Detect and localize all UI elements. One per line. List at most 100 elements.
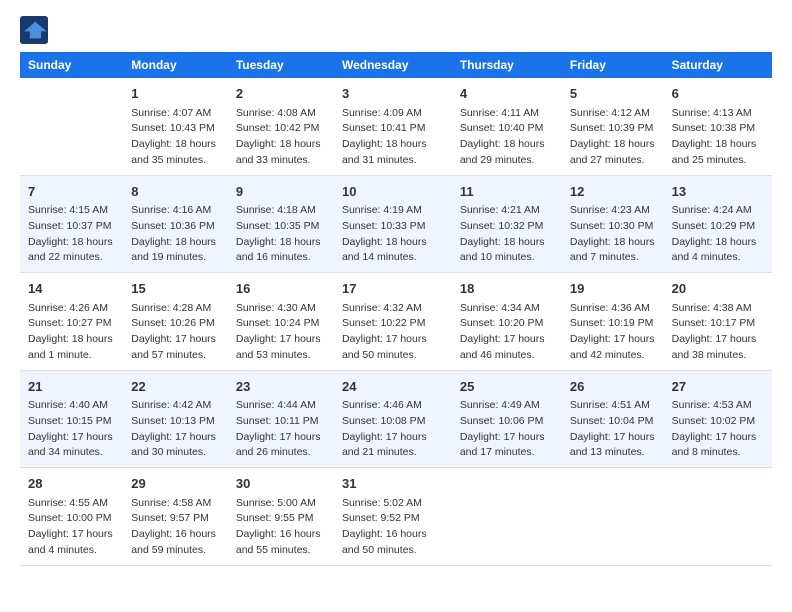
calendar-cell: 9Sunrise: 4:18 AMSunset: 10:35 PMDayligh… bbox=[228, 175, 334, 273]
calendar-cell: 12Sunrise: 4:23 AMSunset: 10:30 PMDaylig… bbox=[562, 175, 664, 273]
cell-detail: Sunset: 10:19 PM bbox=[570, 316, 656, 332]
calendar-cell: 16 Sunrise: 4:30 AMSunset: 10:24 PMDaylig… bbox=[228, 273, 334, 371]
cell-detail: Daylight: 17 hours and 46 minutes. bbox=[460, 332, 554, 364]
cell-detail: Sunset: 10:17 PM bbox=[672, 316, 764, 332]
day-number: 26 bbox=[570, 377, 656, 397]
cell-detail: Sunset: 10:40 PM bbox=[460, 121, 554, 137]
header-wednesday: Wednesday bbox=[334, 52, 452, 78]
day-number: 4 bbox=[460, 84, 554, 104]
cell-detail: Sunset: 10:02 PM bbox=[672, 414, 764, 430]
day-number: 1 bbox=[131, 84, 220, 104]
cell-detail: Sunrise: 4:58 AM bbox=[131, 496, 220, 512]
cell-detail: Sunrise: 4:09 AM bbox=[342, 106, 444, 122]
week-row-3: 14Sunrise: 4:26 AMSunset: 10:27 PMDaylig… bbox=[20, 273, 772, 371]
cell-detail: Sunrise: 4:46 AM bbox=[342, 398, 444, 414]
cell-detail: Sunset: 10:20 PM bbox=[460, 316, 554, 332]
cell-detail: Sunset: 10:15 PM bbox=[28, 414, 115, 430]
calendar-cell: 5Sunrise: 4:12 AMSunset: 10:39 PMDayligh… bbox=[562, 78, 664, 175]
calendar-cell: 8Sunrise: 4:16 AMSunset: 10:36 PMDayligh… bbox=[123, 175, 228, 273]
header-monday: Monday bbox=[123, 52, 228, 78]
cell-detail: Sunset: 10:29 PM bbox=[672, 219, 764, 235]
calendar-cell: 11Sunrise: 4:21 AMSunset: 10:32 PMDaylig… bbox=[452, 175, 562, 273]
day-number: 23 bbox=[236, 377, 326, 397]
cell-detail: Sunrise: 4:15 AM bbox=[28, 203, 115, 219]
day-number: 7 bbox=[28, 182, 115, 202]
cell-detail: Sunset: 10:11 PM bbox=[236, 414, 326, 430]
cell-detail: Sunset: 10:04 PM bbox=[570, 414, 656, 430]
day-number: 28 bbox=[28, 474, 115, 494]
cell-detail: Sunrise: 4:55 AM bbox=[28, 496, 115, 512]
calendar-cell: 23Sunrise: 4:44 AMSunset: 10:11 PMDaylig… bbox=[228, 370, 334, 468]
calendar-cell: 3Sunrise: 4:09 AMSunset: 10:41 PMDayligh… bbox=[334, 78, 452, 175]
cell-detail: Sunrise: 4:11 AM bbox=[460, 106, 554, 122]
day-number: 10 bbox=[342, 182, 444, 202]
cell-detail: Sunrise: 4:32 AM bbox=[342, 301, 444, 317]
header-tuesday: Tuesday bbox=[228, 52, 334, 78]
cell-detail: Sunrise: 4:12 AM bbox=[570, 106, 656, 122]
week-row-2: 7Sunrise: 4:15 AMSunset: 10:37 PM Dayligh… bbox=[20, 175, 772, 273]
calendar-cell: 7Sunrise: 4:15 AMSunset: 10:37 PMDayligh… bbox=[20, 175, 123, 273]
day-number: 29 bbox=[131, 474, 220, 494]
cell-detail: Daylight: 17 hours and 30 minutes. bbox=[131, 430, 220, 462]
day-number: 14 bbox=[28, 279, 115, 299]
cell-detail: Daylight: 17 hours and 34 minutes. bbox=[28, 430, 115, 462]
calendar-cell: 21Sunrise: 4:40 AMSunset: 10:15 PMDaylig… bbox=[20, 370, 123, 468]
day-number: 27 bbox=[672, 377, 764, 397]
cell-detail: Daylight: 18 hours and 10 minutes. bbox=[460, 235, 554, 267]
day-number: 30 bbox=[236, 474, 326, 494]
cell-detail: Sunset: 10:08 PM bbox=[342, 414, 444, 430]
cell-detail: Sunrise: 4:53 AM bbox=[672, 398, 764, 414]
cell-detail: Sunrise: 4:51 AM bbox=[570, 398, 656, 414]
day-number: 22 bbox=[131, 377, 220, 397]
day-number: 24 bbox=[342, 377, 444, 397]
calendar-cell: 10Sunrise: 4:19 AMSunset: 10:33 PMDaylig… bbox=[334, 175, 452, 273]
week-row-1: 1Sunrise: 4:07 AMSunset: 10:43 PMDayligh… bbox=[20, 78, 772, 175]
cell-detail: Sunset: 10:26 PM bbox=[131, 316, 220, 332]
cell-detail: Daylight: 18 hours and 7 minutes. bbox=[570, 235, 656, 267]
calendar-cell: 2Sunrise: 4:08 AMSunset: 10:42 PMDayligh… bbox=[228, 78, 334, 175]
cell-detail: Daylight: 17 hours and 4 minutes. bbox=[28, 527, 115, 559]
cell-detail: Sunrise: 4:34 AM bbox=[460, 301, 554, 317]
cell-detail: Daylight: 17 hours and 53 minutes. bbox=[236, 332, 326, 364]
cell-detail: Sunset: 10:30 PM bbox=[570, 219, 656, 235]
calendar-cell: 27Sunrise: 4:53 AMSunset: 10:02 PMDaylig… bbox=[664, 370, 772, 468]
day-number: 5 bbox=[570, 84, 656, 104]
day-number: 20 bbox=[672, 279, 764, 299]
day-number: 17 bbox=[342, 279, 444, 299]
cell-detail: Sunrise: 4:30 AM bbox=[236, 301, 326, 317]
day-number: 16 bbox=[236, 279, 326, 299]
cell-detail: Sunset: 10:00 PM bbox=[28, 511, 115, 527]
week-row-4: 21Sunrise: 4:40 AMSunset: 10:15 PMDaylig… bbox=[20, 370, 772, 468]
day-number: 12 bbox=[570, 182, 656, 202]
cell-detail: Sunset: 10:27 PM bbox=[28, 316, 115, 332]
day-number: 2 bbox=[236, 84, 326, 104]
day-number: 21 bbox=[28, 377, 115, 397]
day-number: 8 bbox=[131, 182, 220, 202]
cell-detail: Sunset: 10:37 PM bbox=[28, 219, 115, 235]
day-number: 31 bbox=[342, 474, 444, 494]
cell-detail: Daylight: 17 hours and 50 minutes. bbox=[342, 332, 444, 364]
page-header bbox=[20, 16, 772, 44]
cell-detail: Sunset: 10:33 PM bbox=[342, 219, 444, 235]
cell-detail: Sunset: 10:24 PM bbox=[236, 316, 326, 332]
cell-detail: Sunset: 10:06 PM bbox=[460, 414, 554, 430]
calendar-cell bbox=[20, 78, 123, 175]
cell-detail: Daylight: 17 hours and 8 minutes. bbox=[672, 430, 764, 462]
cell-detail: Daylight: 16 hours and 50 minutes. bbox=[342, 527, 444, 559]
cell-detail: Sunrise: 4:18 AM bbox=[236, 203, 326, 219]
day-number: 18 bbox=[460, 279, 554, 299]
day-number: 25 bbox=[460, 377, 554, 397]
calendar-cell: 22Sunrise: 4:42 AMSunset: 10:13 PMDaylig… bbox=[123, 370, 228, 468]
cell-detail: Sunset: 9:52 PM bbox=[342, 511, 444, 527]
cell-detail: Daylight: 18 hours and 29 minutes. bbox=[460, 137, 554, 169]
cell-detail: Daylight: 17 hours and 21 minutes. bbox=[342, 430, 444, 462]
cell-detail: Daylight: 18 hours and 27 minutes. bbox=[570, 137, 656, 169]
calendar-cell: 26Sunrise: 4:51 AMSunset: 10:04 PMDaylig… bbox=[562, 370, 664, 468]
calendar-cell: 4 Sunrise: 4:11 AMSunset: 10:40 PMDayligh… bbox=[452, 78, 562, 175]
cell-detail: Sunrise: 4:13 AM bbox=[672, 106, 764, 122]
cell-detail: Daylight: 18 hours and 14 minutes. bbox=[342, 235, 444, 267]
cell-detail: Daylight: 17 hours and 38 minutes. bbox=[672, 332, 764, 364]
calendar-cell bbox=[664, 468, 772, 566]
calendar-cell: 13Sunrise: 4:24 AMSunset: 10:29 PMDaylig… bbox=[664, 175, 772, 273]
day-number: 6 bbox=[672, 84, 764, 104]
